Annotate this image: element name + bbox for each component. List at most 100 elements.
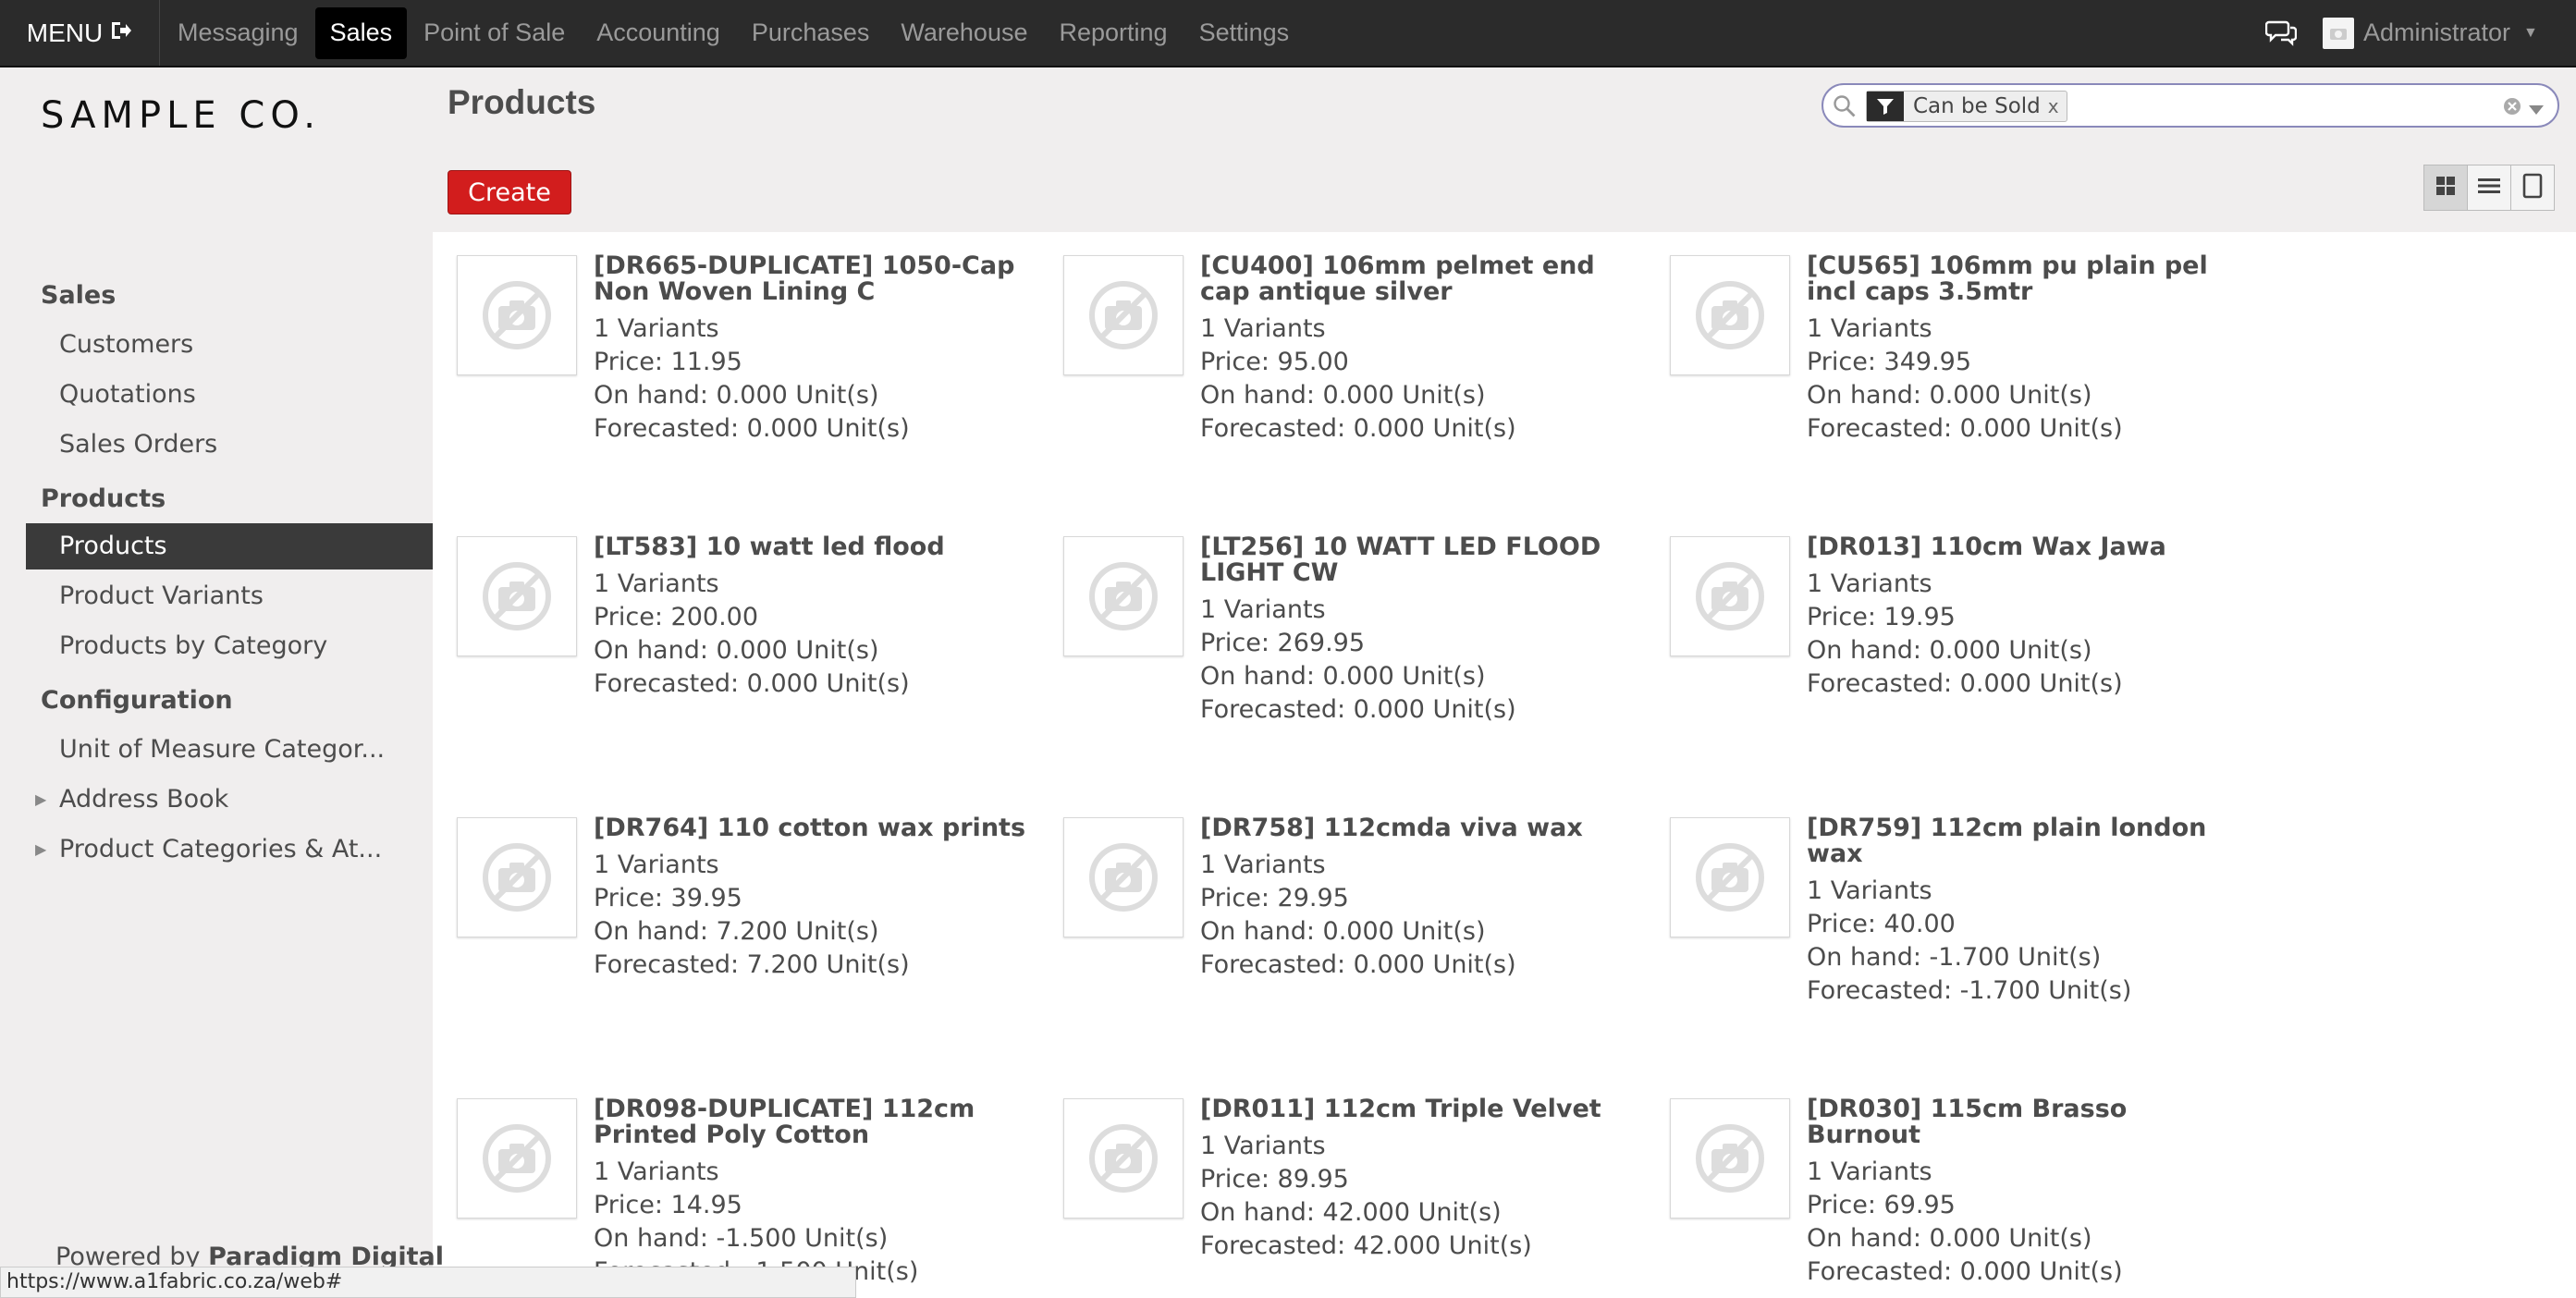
product-variants: 1 Variants [1807,1157,1932,1186]
app-warehouse[interactable]: Warehouse [886,7,1042,59]
sidebar-item-quotations[interactable]: Quotations [26,372,433,418]
product-forecasted: Forecasted: 0.000 Unit(s) [594,414,910,443]
product-name[interactable]: [LT583] 10 watt led flood [594,534,1028,560]
left-sidebar [0,67,433,1298]
chat-bubbles-icon[interactable] [2264,17,2298,48]
browser-status-url: https://www.a1fabric.co.za/web# [0,1267,856,1298]
app-messaging[interactable]: Messaging [163,7,313,59]
form-view-button[interactable] [2510,165,2555,211]
product-card[interactable]: [DR764] 110 cotton wax prints 1 Variants P… [448,804,1039,1063]
product-price: Price: 14.95 [594,1191,742,1219]
sidebar-item-sales-orders[interactable]: Sales Orders [26,422,433,468]
sidebar-group-products: Products [41,484,166,513]
menu-button[interactable]: MENU [0,0,160,66]
facet-remove-button[interactable]: x [2048,95,2067,117]
product-variants: 1 Variants [1200,851,1326,879]
product-on-hand: On hand: 0.000 Unit(s) [1807,381,2092,410]
product-name[interactable]: [DR759] 112cm plain london wax [1807,815,2241,867]
product-name[interactable]: [DR665-DUPLICATE] 1050-Cap Non Woven Lin… [594,253,1028,305]
app-settings[interactable]: Settings [1184,7,1305,59]
app-reporting[interactable]: Reporting [1044,7,1182,59]
product-card[interactable]: [DR011] 112cm Triple Velvet 1 Variants Pri… [1054,1085,1646,1298]
app-purchases[interactable]: Purchases [737,7,885,59]
product-card[interactable]: [LT256] 10 WATT LED FLOOD LIGHT CW 1 Vari… [1054,523,1646,782]
no-camera-icon [1670,536,1790,656]
sidebar-item-product-categories[interactable]: ▶ Product Categories & At... [26,827,433,873]
search-icon [1833,94,1857,122]
product-variants: 1 Variants [1807,876,1932,905]
product-name[interactable]: [DR013] 110cm Wax Jawa [1807,534,2241,560]
app-point-of-sale[interactable]: Point of Sale [409,7,580,59]
no-camera-icon [1670,817,1790,937]
caret-right-icon: ▶ [35,840,47,858]
product-on-hand: On hand: -1.500 Unit(s) [594,1224,889,1253]
product-forecasted: Forecasted: 0.000 Unit(s) [1807,1257,2123,1286]
product-info: [CU400] 106mm pelmet end cap antique sil… [1200,253,1635,446]
product-variants: 1 Variants [1807,314,1932,343]
product-info: [DR011] 112cm Triple Velvet 1 Variants Pri… [1200,1096,1635,1263]
sign-out-icon [110,18,132,47]
product-card[interactable]: [LT583] 10 watt led flood 1 Variants Price… [448,523,1039,782]
search-bar[interactable]: Can be Sold x [1822,83,2559,128]
product-card[interactable]: [DR030] 115cm Brasso Burnout 1 Variants Pr… [1661,1085,2252,1298]
product-name[interactable]: [DR758] 112cmda viva wax [1200,815,1635,841]
product-price: Price: 29.95 [1200,884,1349,912]
product-on-hand: On hand: 0.000 Unit(s) [594,636,879,665]
no-camera-icon [1063,817,1184,937]
product-price: Price: 200.00 [594,603,759,631]
app-sales[interactable]: Sales [314,6,408,59]
product-card[interactable]: [DR758] 112cmda viva wax 1 Variants Price:… [1054,804,1646,1063]
list-view-button[interactable] [2467,165,2511,211]
product-price: Price: 39.95 [594,884,742,912]
product-name[interactable]: [DR764] 110 cotton wax prints [594,815,1028,841]
sidebar-item-products-by-category[interactable]: Products by Category [26,623,433,669]
product-on-hand: On hand: 0.000 Unit(s) [1200,381,1486,410]
sidebar-group-sales: Sales [41,281,117,310]
product-name[interactable]: [CU565] 106mm pu plain pel incl caps 3.5… [1807,253,2241,305]
no-camera-icon [457,536,577,656]
product-variants: 1 Variants [594,314,719,343]
product-on-hand: On hand: 0.000 Unit(s) [594,381,879,410]
product-variants: 1 Variants [1200,314,1326,343]
create-button[interactable]: Create [448,170,571,214]
product-card[interactable]: [CU400] 106mm pelmet end cap antique sil… [1054,242,1646,501]
no-camera-icon [1063,536,1184,656]
product-price: Price: 40.00 [1807,910,1956,938]
product-forecasted: Forecasted: 0.000 Unit(s) [1200,695,1516,724]
list-icon [2478,177,2500,199]
caret-down-icon: ▼ [2523,24,2538,41]
product-info: [DR665-DUPLICATE] 1050-Cap Non Woven Lin… [594,253,1028,446]
product-forecasted: Forecasted: 0.000 Unit(s) [594,669,910,698]
page-title: Products [448,83,596,121]
product-name[interactable]: [DR011] 112cm Triple Velvet [1200,1096,1635,1122]
sidebar-item-unit-of-measure[interactable]: Unit of Measure Categor... [26,727,433,773]
product-variants: 1 Variants [1200,1132,1326,1160]
product-card[interactable]: [CU565] 106mm pu plain pel incl caps 3.5… [1661,242,2252,501]
product-card[interactable]: [DR665-DUPLICATE] 1050-Cap Non Woven Lin… [448,242,1039,501]
product-name[interactable]: [DR098-DUPLICATE] 112cm Printed Poly Cot… [594,1096,1028,1148]
sidebar-item-customers[interactable]: Customers [26,322,433,368]
product-name[interactable]: [LT256] 10 WATT LED FLOOD LIGHT CW [1200,534,1635,586]
sidebar-group-configuration: Configuration [41,686,233,715]
app-accounting[interactable]: Accounting [582,7,735,59]
sidebar-item-address-book[interactable]: ▶ Address Book [26,777,433,823]
product-name[interactable]: [DR030] 115cm Brasso Burnout [1807,1096,2241,1148]
search-input[interactable] [2067,91,2459,122]
product-info: [CU565] 106mm pu plain pel incl caps 3.5… [1807,253,2241,446]
clear-search-icon[interactable] [2502,96,2522,120]
product-on-hand: On hand: 7.200 Unit(s) [594,917,879,946]
user-menu[interactable]: Administrator ▼ [2323,0,2538,66]
product-on-hand: On hand: 0.000 Unit(s) [1200,662,1486,691]
search-options-caret-icon[interactable] [2528,102,2545,119]
no-camera-icon [457,1098,577,1218]
product-card[interactable]: [DR759] 112cm plain london wax 1 Variants… [1661,804,2252,1063]
kanban-view-button[interactable] [2423,165,2468,211]
sidebar-item-product-variants[interactable]: Product Variants [26,573,433,619]
product-info: [LT583] 10 watt led flood 1 Variants Price… [594,534,1028,701]
product-info: [LT256] 10 WATT LED FLOOD LIGHT CW 1 Vari… [1200,534,1635,727]
sidebar-item-products[interactable]: Products [26,523,433,569]
product-name[interactable]: [CU400] 106mm pelmet end cap antique sil… [1200,253,1635,305]
product-card[interactable]: [DR013] 110cm Wax Jawa 1 Variants Price: 1… [1661,523,2252,782]
no-camera-icon [457,817,577,937]
product-variants: 1 Variants [594,851,719,879]
